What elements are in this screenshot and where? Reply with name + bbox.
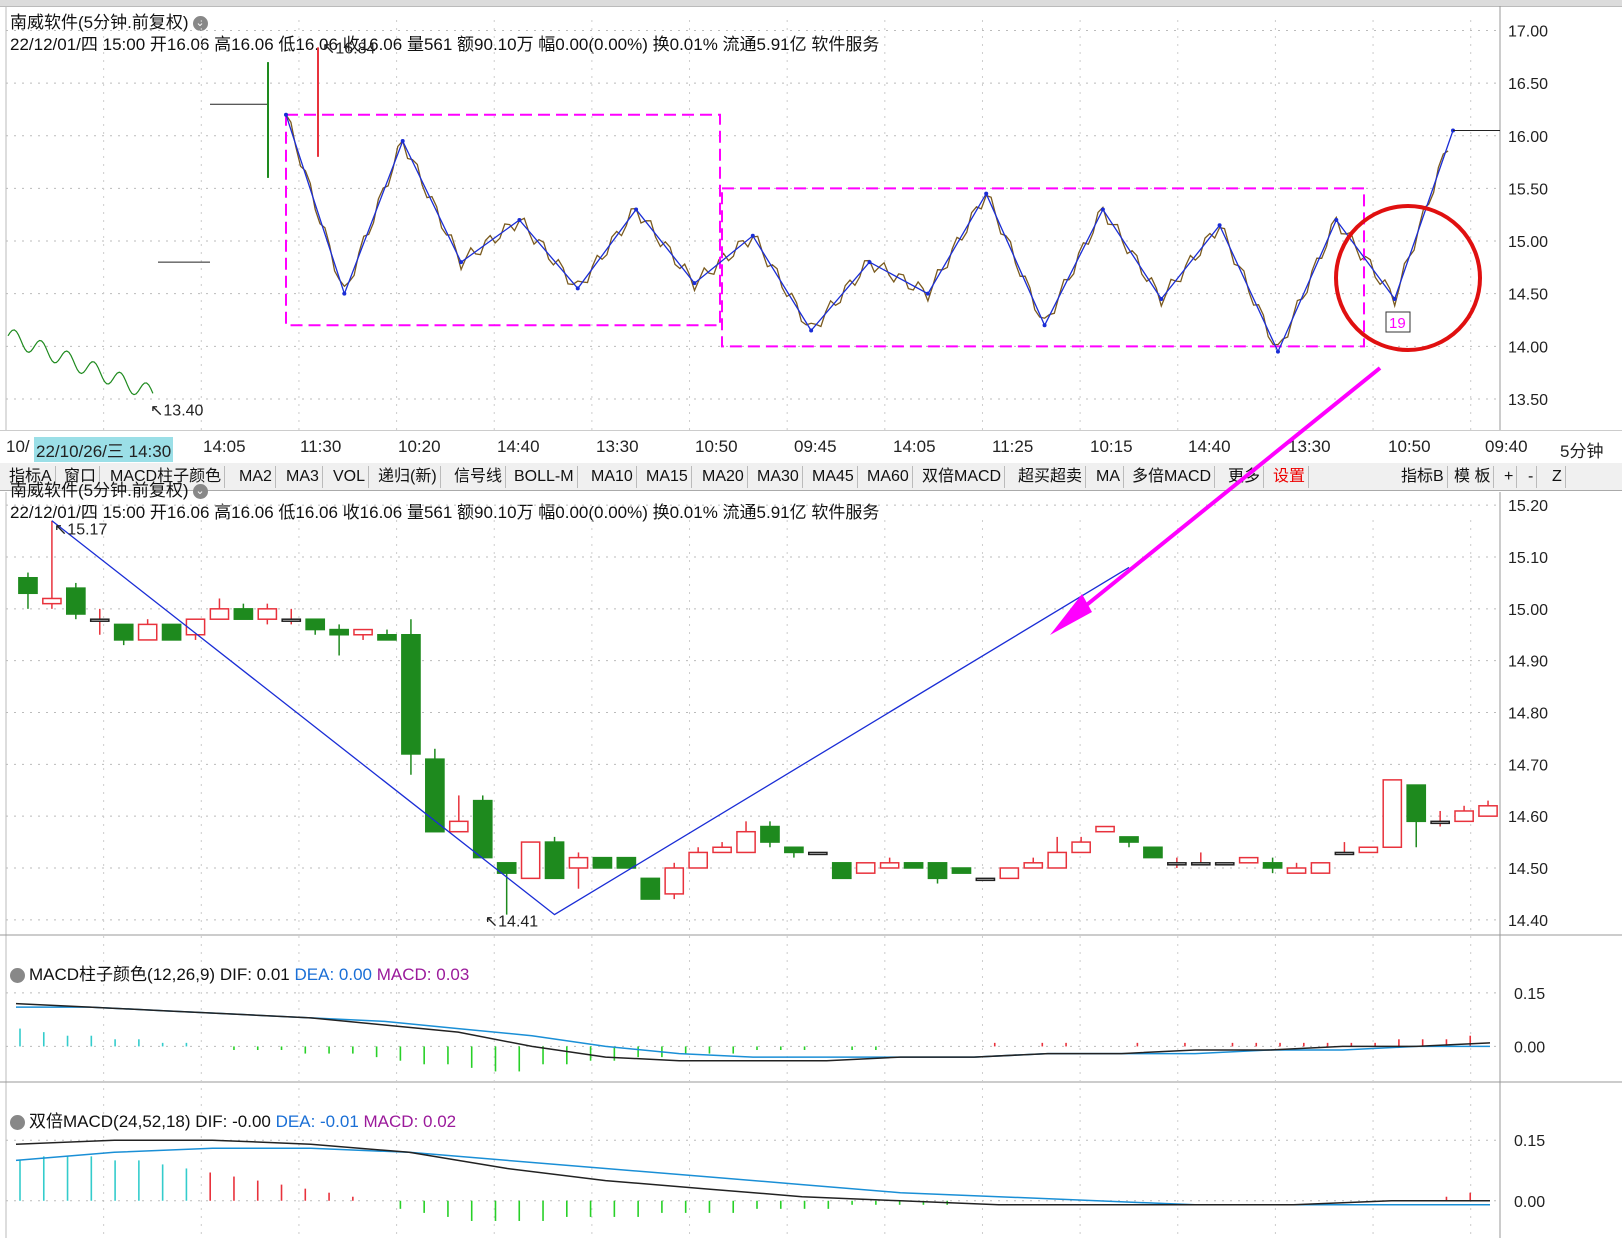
candle [1286,867,1307,874]
macd-dea: DEA: 0.00 [294,965,373,984]
candle [1406,784,1427,823]
candle [760,825,780,843]
candle [209,608,230,620]
candle [568,856,589,869]
main-candlestick-chart[interactable]: 15.20 15.10 15.00 14.90 14.80 14.70 14.60 14.50… [0,0,1622,1238]
dmacd-name: 双倍MACD(24,52,18) [29,1112,191,1131]
y-tick-label: 0.00 [1514,1039,1545,1056]
y-tick-label: 15.20 [1508,498,1548,515]
dif-line [15,1002,1491,1062]
chevron-down-icon[interactable] [10,968,25,984]
y-tick-label: 14.80 [1508,706,1548,723]
candle [353,628,373,636]
candle [1358,846,1379,854]
candle [879,862,900,869]
candle [784,846,804,854]
y-tick-label: 14.40 [1508,913,1548,930]
y-tick-label: 15.00 [1508,602,1548,619]
candle [999,867,1020,880]
candle [329,628,349,636]
candle [1478,805,1498,817]
macd-value: MACD: 0.03 [376,965,470,984]
candle [1167,862,1187,866]
candle [377,634,397,641]
dif-line [15,1139,1490,1206]
candle [640,877,661,900]
candle [1382,779,1403,849]
candle [233,608,254,620]
candle [89,618,110,622]
y-tick-label: 0.15 [1514,1133,1545,1150]
candle [257,608,278,620]
candle [185,618,206,636]
candle [42,597,62,605]
candle [1095,825,1115,833]
candle [736,830,756,854]
candle [137,623,158,641]
y-tick-label: 0.15 [1514,986,1545,1003]
candle [1310,862,1331,874]
candle [1334,851,1355,856]
candle [401,634,421,755]
candle [161,623,182,641]
y-tick-label: 14.70 [1508,757,1548,774]
candle [1047,851,1068,869]
low-label: ↖14.41 [485,914,539,931]
y-tick-label: 15.10 [1508,550,1548,567]
candle [951,867,972,874]
candle [472,799,493,859]
candle [975,877,996,882]
candle [831,862,852,880]
y-tick-label: 14.60 [1508,809,1548,826]
candle [113,623,134,641]
macd-dif: DIF: 0.01 [219,965,290,984]
candle [281,618,302,622]
candle [664,867,685,895]
y-tick-label: 14.50 [1508,861,1548,878]
candle [1190,862,1211,866]
dmacd-dea: DEA: -0.01 [275,1112,359,1131]
candle [903,862,924,869]
callout-arrowhead [1050,594,1092,635]
candle [688,851,709,869]
y-tick-label: 0.00 [1514,1194,1545,1211]
candle [855,862,876,874]
candle [1262,862,1283,869]
candle [807,851,828,856]
high-label: ↖15.17 [54,522,108,539]
candle [448,820,469,833]
macd-name: MACD柱子颜色(12,26,9) [29,965,216,984]
candle [18,576,38,595]
candle [1071,841,1091,854]
candle [592,856,613,869]
candle [1119,836,1139,843]
candle [1238,856,1259,864]
macd-header: MACD柱子颜色(12,26,9) DIF: 0.01 DEA: 0.00 MA… [10,960,469,985]
callout-arrow [1066,366,1382,622]
candle [1023,862,1044,869]
dmacd-dif: DIF: -0.00 [195,1112,271,1131]
zigzag-line [51,520,1130,916]
candle [712,846,732,854]
dmacd-value: MACD: 0.02 [363,1112,457,1131]
candle [544,841,565,880]
dmacd-header: 双倍MACD(24,52,18) DIF: -0.00 DEA: -0.01 M… [10,1107,456,1132]
candle [305,618,326,631]
candle [616,856,637,869]
candle [65,587,86,615]
candle [1214,862,1235,866]
dea-line [15,1147,1490,1206]
chevron-down-icon[interactable] [10,1115,25,1131]
candle [520,841,541,880]
candle [927,862,948,880]
y-tick-label: 14.90 [1508,654,1548,671]
candle [1143,846,1163,859]
candle [1430,820,1451,825]
candle [1454,810,1474,823]
